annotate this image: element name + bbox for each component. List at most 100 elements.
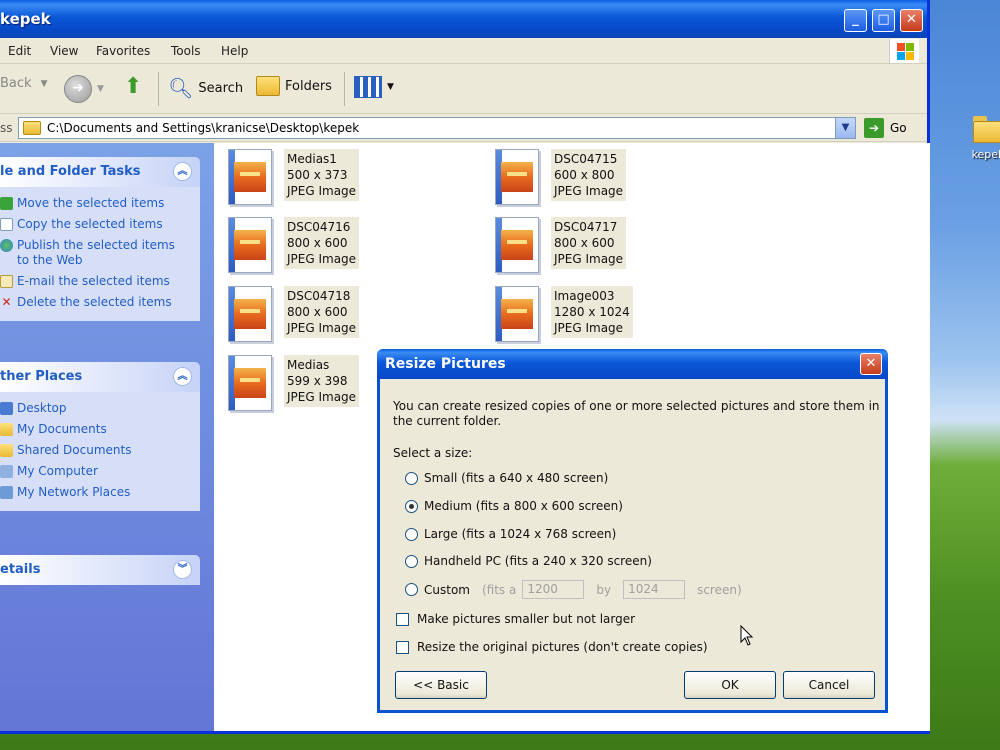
- search-button[interactable]: 🔍︎ Search: [168, 76, 243, 100]
- task-publish[interactable]: Publish the selected items to the Web: [0, 235, 200, 271]
- file-type: JPEG Image: [287, 321, 357, 335]
- checkbox-smaller-only[interactable]: Make pictures smaller but not larger: [396, 612, 635, 626]
- file-name: Image003: [554, 289, 615, 303]
- window-title: kepek: [0, 10, 51, 28]
- ok-button[interactable]: OK: [684, 671, 776, 699]
- computer-icon: [0, 465, 13, 478]
- address-path: C:\Documents and Settings\kranicse\Deskt…: [47, 121, 360, 135]
- menu-tools[interactable]: Tools: [171, 44, 201, 58]
- file-type: JPEG Image: [554, 252, 624, 266]
- dialog-title: Resize Pictures: [385, 356, 506, 372]
- resize-pictures-dialog: Resize Pictures ✕ You can create resized…: [377, 349, 888, 713]
- file-item[interactable]: Medias 599 x 398 JPEG Image: [228, 355, 360, 411]
- go-button[interactable]: ➔ Go: [864, 118, 907, 138]
- menu-help[interactable]: Help: [221, 44, 248, 58]
- place-desktop[interactable]: Desktop: [0, 398, 200, 419]
- globe-icon: [0, 239, 13, 252]
- file-dimensions: 600 x 800: [554, 168, 615, 182]
- folders-button[interactable]: Folders: [256, 76, 332, 96]
- search-label: Search: [198, 80, 244, 96]
- jpeg-file-icon: [228, 355, 272, 411]
- up-folder-button[interactable]: ⬆: [124, 74, 142, 99]
- custom-width-input[interactable]: 1200: [522, 580, 585, 599]
- task-move[interactable]: Move the selected items: [0, 193, 200, 214]
- file-dimensions: 800 x 600: [554, 236, 615, 250]
- address-dropdown-button[interactable]: ▼: [835, 118, 855, 138]
- file-type: JPEG Image: [554, 321, 624, 335]
- file-dimensions: 800 x 600: [287, 305, 348, 319]
- windows-logo-icon: [889, 39, 919, 63]
- radio-button[interactable]: [405, 554, 418, 568]
- checkbox[interactable]: [396, 612, 409, 626]
- expand-chevron-icon[interactable]: ︾: [173, 560, 192, 579]
- menu-favorites[interactable]: Favorites: [96, 44, 150, 58]
- panel-header[interactable]: ther Places ︽: [0, 362, 200, 392]
- address-input[interactable]: C:\Documents and Settings\kranicse\Deskt…: [18, 117, 856, 139]
- radio-large[interactable]: Large (fits a 1024 x 768 screen): [405, 527, 616, 541]
- network-icon: [0, 486, 13, 499]
- radio-button[interactable]: [405, 583, 418, 596]
- radio-medium[interactable]: Medium (fits a 800 x 600 screen): [405, 499, 623, 513]
- task-delete[interactable]: ✕ Delete the selected items: [0, 292, 200, 313]
- panel-title: etails: [0, 562, 41, 577]
- move-icon: [0, 197, 13, 210]
- file-item[interactable]: DSC04718 800 x 600 JPEG Image: [228, 286, 360, 342]
- forward-button[interactable]: ➜ ▼: [64, 75, 104, 103]
- file-item[interactable]: DSC04716 800 x 600 JPEG Image: [228, 217, 360, 273]
- place-my-computer[interactable]: My Computer: [0, 461, 200, 482]
- views-button[interactable]: ▼: [354, 76, 394, 98]
- cancel-button[interactable]: Cancel: [783, 671, 875, 699]
- file-type: JPEG Image: [287, 252, 357, 266]
- file-dimensions: 500 x 373: [287, 168, 348, 182]
- file-name: DSC04715: [554, 152, 618, 166]
- radio-custom[interactable]: Custom (fits a 1200 by 1024 screen): [405, 580, 742, 599]
- back-button[interactable]: Back ▼: [0, 76, 47, 91]
- panel-title: le and Folder Tasks: [0, 164, 141, 179]
- panel-header[interactable]: le and Folder Tasks ︽: [0, 157, 200, 187]
- desktop-icon-kepek[interactable]: kepek: [958, 114, 1000, 161]
- jpeg-file-icon: [495, 149, 539, 205]
- task-pane: le and Folder Tasks ︽ Move the selected …: [0, 143, 214, 731]
- maximize-button[interactable]: □: [872, 9, 895, 32]
- minimize-button[interactable]: _: [844, 9, 867, 32]
- radio-button-selected[interactable]: [405, 499, 418, 513]
- go-arrow-icon: ➔: [864, 118, 884, 138]
- file-item[interactable]: DSC04717 800 x 600 JPEG Image: [495, 217, 627, 273]
- place-shared-documents[interactable]: Shared Documents: [0, 440, 200, 461]
- close-button[interactable]: ✕: [900, 9, 923, 32]
- custom-fits-label: (fits a: [481, 582, 517, 597]
- basic-button[interactable]: << Basic: [395, 671, 487, 699]
- radio-small[interactable]: Small (fits a 640 x 480 screen): [405, 471, 608, 485]
- delete-icon: ✕: [1, 295, 12, 309]
- radio-handheld[interactable]: Handheld PC (fits a 240 x 320 screen): [405, 554, 652, 568]
- desktop-icon-label: kepek: [971, 148, 1000, 161]
- file-item[interactable]: Image003 1280 x 1024 JPEG Image: [495, 286, 633, 342]
- checkbox-resize-original[interactable]: Resize the original pictures (don't crea…: [396, 640, 708, 654]
- email-icon: [0, 275, 13, 288]
- checkbox[interactable]: [396, 640, 409, 654]
- radio-button[interactable]: [405, 471, 418, 485]
- place-my-network-places[interactable]: My Network Places: [0, 482, 200, 503]
- dialog-close-button[interactable]: ✕: [860, 353, 882, 375]
- menu-view[interactable]: View: [50, 44, 78, 58]
- documents-folder-icon: [0, 423, 13, 436]
- place-my-documents[interactable]: My Documents: [0, 419, 200, 440]
- custom-height-input[interactable]: 1024: [623, 580, 686, 599]
- select-size-label: Select a size:: [393, 446, 473, 460]
- collapse-chevron-icon[interactable]: ︽: [173, 367, 192, 386]
- up-arrow-icon: ⬆: [124, 74, 143, 99]
- file-item[interactable]: DSC04715 600 x 800 JPEG Image: [495, 149, 627, 205]
- collapse-chevron-icon[interactable]: ︽: [173, 162, 192, 181]
- folders-label: Folders: [285, 78, 332, 94]
- panel-header[interactable]: etails ︾: [0, 555, 200, 585]
- custom-by-label: by: [596, 582, 612, 597]
- task-copy[interactable]: Copy the selected items: [0, 214, 200, 235]
- task-email[interactable]: E-mail the selected items: [0, 271, 200, 292]
- file-item[interactable]: Medias1 500 x 373 JPEG Image: [228, 149, 360, 205]
- jpeg-file-icon: [495, 286, 539, 342]
- menu-edit[interactable]: Edit: [8, 44, 31, 58]
- dialog-title-bar[interactable]: Resize Pictures ✕: [377, 349, 888, 379]
- jpeg-file-icon: [228, 286, 272, 342]
- radio-button[interactable]: [405, 527, 418, 541]
- title-bar[interactable]: kepek _ □ ✕: [0, 0, 927, 38]
